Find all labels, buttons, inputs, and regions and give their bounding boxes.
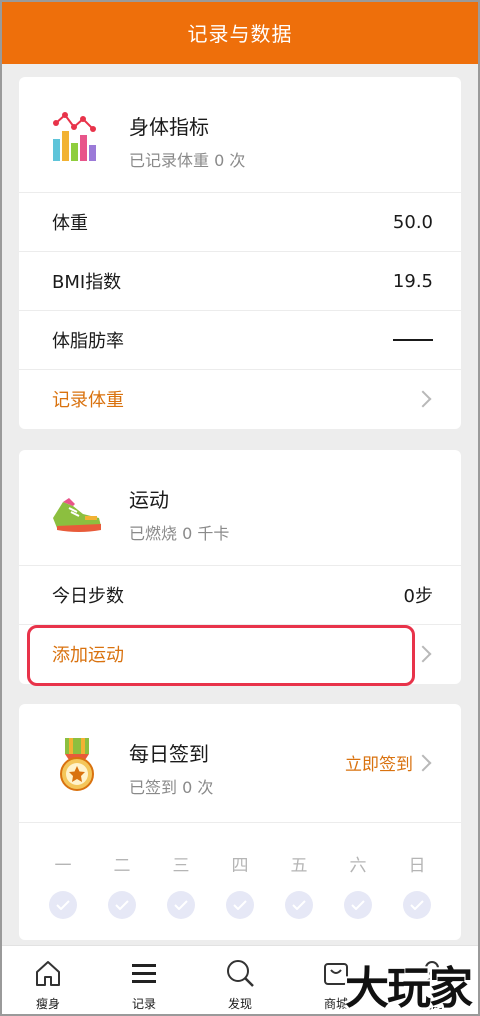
check-circle-icon [167,891,195,919]
exercise-header[interactable]: 运动 已燃烧 0 千卡 [19,450,461,565]
tab-label: 瘦身 [35,997,60,1011]
day-label: 四 [231,856,249,876]
bmi-row: BMI指数 19.5 [19,251,461,310]
day-label: 二 [113,856,131,876]
day-label: 六 [349,856,367,876]
day-label: 日 [408,856,426,876]
weight-row: 体重 50.0 [19,192,461,251]
page-title: 记录与数据 [0,0,480,64]
tab-discover[interactable]: 发现 [192,946,288,1016]
chevron-right-icon [414,754,432,771]
steps-row: 今日步数 0步 [19,565,461,624]
bmi-value: 19.5 [392,270,433,292]
checkin-button-label: 立即签到 [345,755,413,775]
day-label: 三 [172,856,190,876]
bmi-label: BMI指数 [52,272,122,293]
bar-chart-icon [53,112,96,161]
body-fat-row: 体脂肪率 [19,310,461,369]
check-circle-icon [344,891,372,919]
weight-label: 体重 [52,213,88,234]
home-icon [36,961,60,986]
day-label: 五 [290,856,308,876]
tab-label: 发现 [227,997,252,1011]
body-metrics-header[interactable]: 身体指标 已记录体重 0 次 [19,77,461,192]
exercise-card: 运动 已燃烧 0 千卡 今日步数 0步 添加运动 [19,450,461,684]
chevron-right-icon [414,645,432,663]
add-exercise-button[interactable]: 添加运动 [19,624,461,683]
weight-value: 50.0 [392,211,433,233]
body-metrics-title: 身体指标 [129,115,209,139]
record-weight-button[interactable]: 记录体重 [19,369,461,428]
steps-value: 0步 [403,586,433,607]
checkin-subtitle: 已签到 0 次 [129,778,214,797]
tab-slim[interactable]: 瘦身 [0,946,96,1016]
check-circle-icon [108,891,136,919]
body-metrics-card: 身体指标 已记录体重 0 次 体重 50.0 BMI指数 19.5 体脂肪率 记… [19,77,461,429]
tab-label: 记录 [131,997,156,1011]
chevron-right-icon [414,390,432,408]
checkin-button[interactable]: 立即签到 [345,750,433,775]
checkin-title: 每日签到 [129,742,209,766]
check-circle-icon [49,891,77,919]
check-circle-icon [285,891,313,919]
check-circle-icon [403,891,431,919]
search-icon [227,960,254,987]
sneaker-icon [53,498,101,532]
checkin-header: 每日签到 已签到 0 次 立即签到 [19,704,461,819]
watermark-logo: 大玩家 [345,963,473,1014]
body-metrics-subtitle: 已记录体重 0 次 [129,151,246,170]
check-circle-icon [226,891,254,919]
steps-label: 今日步数 [52,586,124,607]
medal-icon [60,738,94,791]
body-fat-label: 体脂肪率 [52,331,124,352]
day-label: 一 [54,856,72,876]
tab-record[interactable]: 记录 [96,946,192,1016]
exercise-subtitle: 已燃烧 0 千卡 [129,524,230,543]
exercise-title: 运动 [129,488,169,512]
checkin-card: 每日签到 已签到 0 次 立即签到 一 二 三 四 五 六 日 [19,704,461,940]
list-icon [132,964,156,983]
record-weight-label: 记录体重 [52,390,124,411]
add-exercise-label: 添加运动 [52,645,124,666]
body-fat-empty-dash [393,339,433,341]
week-days: 一 二 三 四 五 六 日 [19,822,461,946]
